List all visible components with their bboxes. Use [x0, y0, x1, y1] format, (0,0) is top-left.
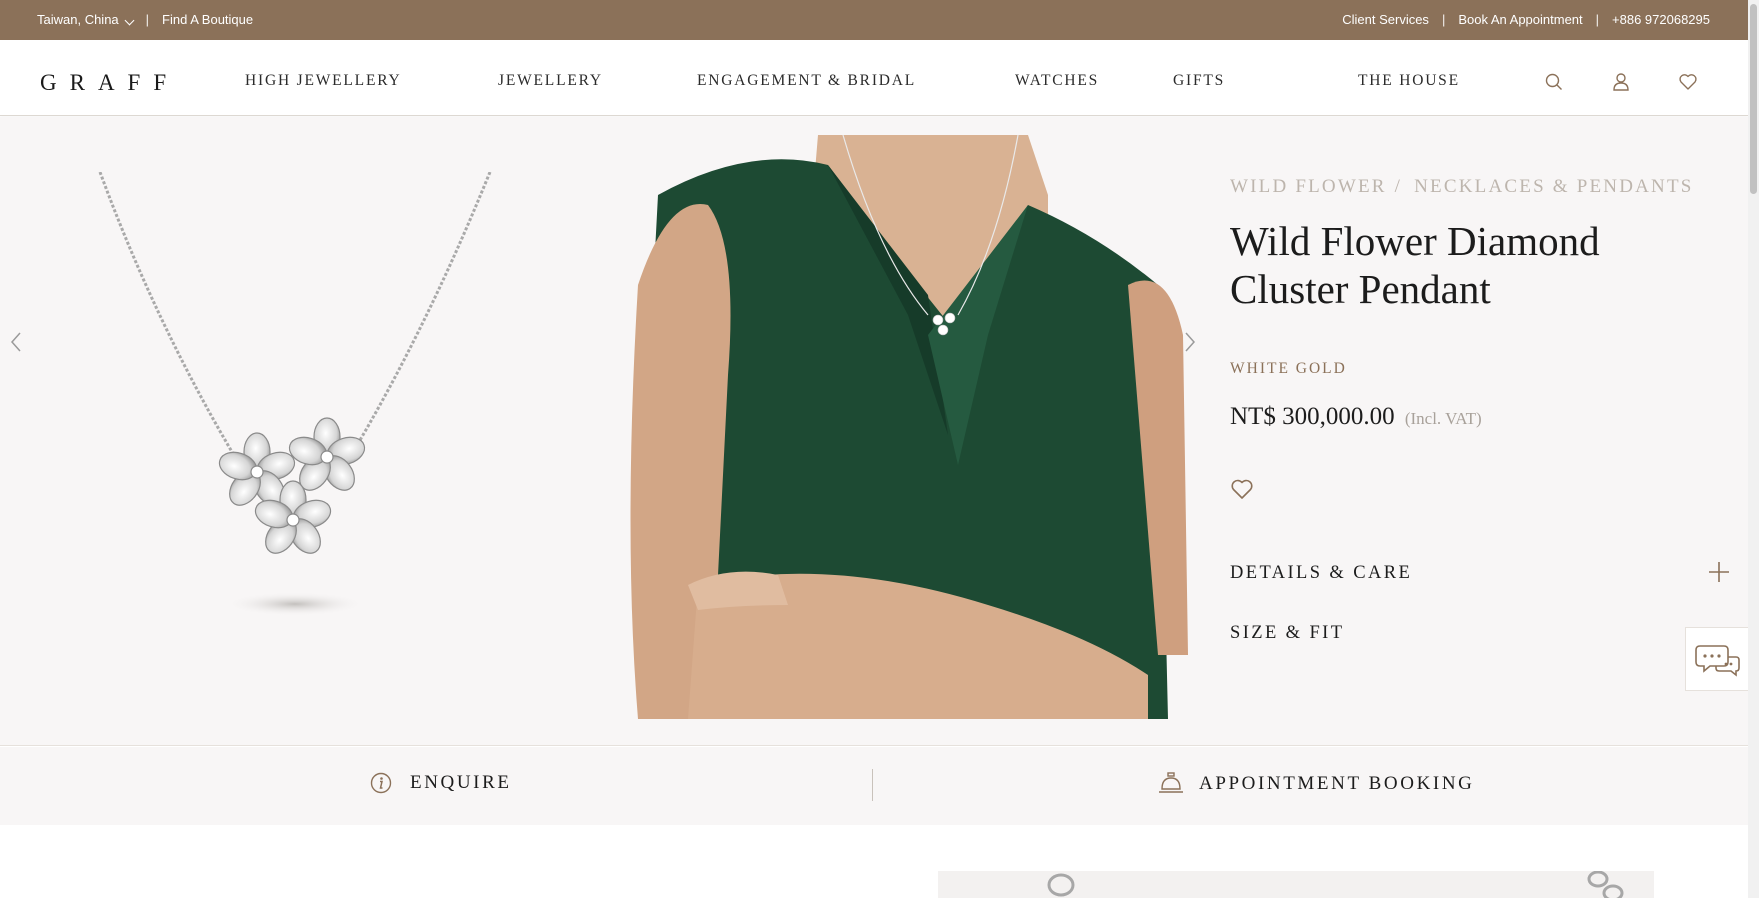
product-image-model [628, 135, 1205, 719]
breadcrumb-separator: / [1394, 176, 1403, 197]
chevron-down-icon [124, 15, 135, 26]
scrollbar-thumb[interactable] [1750, 4, 1757, 194]
accordion-details-care[interactable]: DETAILS & CARE [1230, 561, 1730, 584]
utility-bar: Taiwan, China | Find A Boutique Client S… [0, 0, 1748, 40]
divider: | [1595, 12, 1600, 27]
main-header: GRAFF HIGH JEWELLERY JEWELLERY ENGAGEMEN… [0, 40, 1748, 116]
nav-engagement-bridal[interactable]: ENGAGEMENT & BRIDAL [697, 72, 916, 90]
product-shadow [225, 592, 365, 616]
chat-widget-button[interactable] [1685, 627, 1748, 691]
add-to-wishlist-icon[interactable] [1230, 477, 1254, 501]
utility-right: Client Services | Book An Appointment | … [1342, 12, 1710, 27]
product-image-necklace [98, 172, 492, 616]
breadcrumb-category[interactable]: NECKLACES & PENDANTS [1414, 176, 1693, 197]
product-title: Wild Flower Diamond Cluster Pendant [1230, 218, 1600, 312]
chat-icon [1695, 645, 1740, 677]
nav-watches[interactable]: WATCHES [1015, 72, 1099, 90]
product-metal: WHITE GOLD [1230, 360, 1347, 377]
flower-cluster [218, 417, 366, 554]
find-boutique-link[interactable]: Find A Boutique [162, 12, 253, 27]
nav-high-jewellery[interactable]: HIGH JEWELLERY [245, 72, 402, 90]
divider [872, 769, 873, 801]
enquire-button[interactable]: ENQUIRE [370, 772, 512, 794]
book-appointment-link[interactable]: Book An Appointment [1458, 12, 1582, 27]
page-scrollbar[interactable] [1748, 0, 1759, 898]
breadcrumb-collection[interactable]: WILD FLOWER [1230, 176, 1387, 197]
chevron-right-icon[interactable] [1180, 327, 1200, 357]
secondary-product-image [938, 871, 1654, 898]
client-services-link[interactable]: Client Services [1342, 12, 1429, 27]
divider: | [1441, 12, 1446, 27]
bell-icon [1159, 772, 1183, 793]
phone-link[interactable]: +886 972068295 [1612, 12, 1710, 27]
region-selector[interactable]: Taiwan, China [37, 12, 135, 27]
price-value: NT$ 300,000.00 [1230, 403, 1395, 430]
accordion-size-fit[interactable]: SIZE & FIT [1230, 623, 1730, 644]
nav-jewellery[interactable]: JEWELLERY [498, 72, 603, 90]
plus-icon[interactable] [1708, 561, 1730, 583]
divider: | [145, 12, 150, 27]
enquire-label: ENQUIRE [410, 772, 512, 793]
nav-the-house[interactable]: THE HOUSE [1358, 72, 1460, 90]
product-price: NT$ 300,000.00 (Incl. VAT) [1230, 403, 1482, 431]
action-bar: ENQUIRE APPOINTMENT BOOKING [0, 747, 1748, 825]
appointment-booking-button[interactable]: APPOINTMENT BOOKING [1158, 772, 1474, 796]
appointment-label: APPOINTMENT BOOKING [1199, 773, 1475, 794]
accordion-label: SIZE & FIT [1230, 623, 1345, 643]
product-hero: WILD FLOWER / NECKLACES & PENDANTS Wild Fl… [0, 117, 1748, 746]
model-photo [628, 135, 1205, 719]
vat-note: (Incl. VAT) [1404, 409, 1482, 428]
breadcrumb: WILD FLOWER / NECKLACES & PENDANTS [1230, 176, 1694, 198]
region-label: Taiwan, China [37, 12, 119, 27]
utility-left: Taiwan, China | Find A Boutique [37, 12, 253, 27]
info-icon [370, 772, 392, 794]
account-icon[interactable] [1611, 72, 1631, 92]
chain-detail-image [1047, 871, 1624, 898]
accordion-label: DETAILS & CARE [1230, 563, 1413, 583]
wishlist-icon[interactable] [1678, 72, 1698, 92]
chevron-left-icon[interactable] [6, 327, 26, 357]
graff-logo[interactable]: GRAFF [40, 70, 179, 96]
below-fold-section [0, 825, 1748, 898]
search-icon[interactable] [1544, 72, 1564, 92]
nav-gifts[interactable]: GIFTS [1173, 72, 1225, 90]
